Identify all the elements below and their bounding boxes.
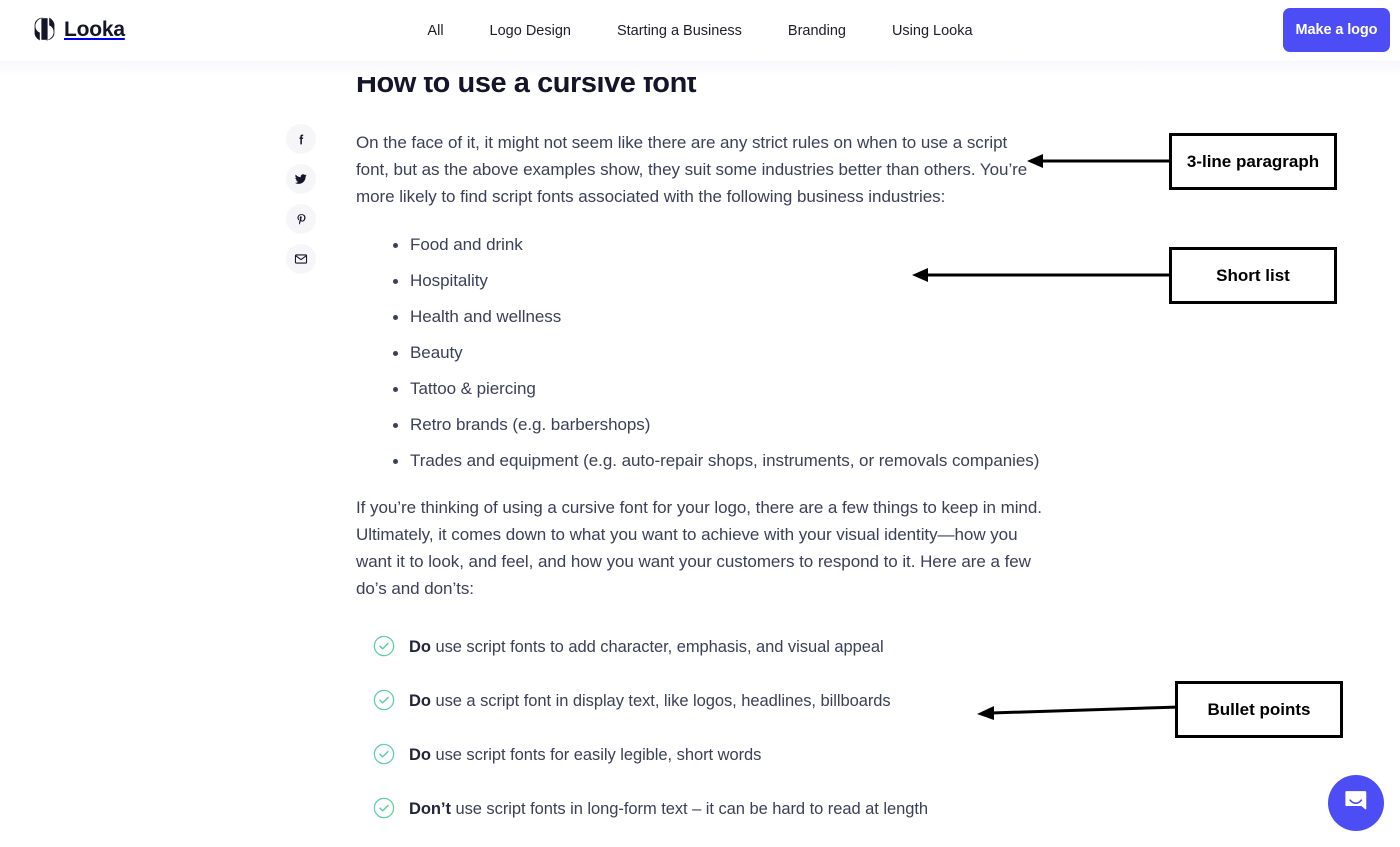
list-item: Retro brands (e.g. barbershops) xyxy=(356,412,1046,438)
article-content: How to use a cursive font On the face of… xyxy=(356,64,1046,847)
intercom-chat-icon xyxy=(1343,788,1370,818)
list-item: Food and drink xyxy=(356,232,1046,258)
twitter-icon xyxy=(294,172,308,186)
site-header: Looka All Logo Design Starting a Busines… xyxy=(0,0,1400,61)
annotation-box-bullet-points: Bullet points xyxy=(1175,681,1343,738)
nav-item-using-looka[interactable]: Using Looka xyxy=(869,21,996,41)
list-item: Health and wellness xyxy=(356,304,1046,330)
social-share-rail xyxy=(286,124,316,274)
page-root: Looka All Logo Design Starting a Busines… xyxy=(0,0,1400,847)
chat-launcher-button[interactable] xyxy=(1328,775,1384,831)
annotation-box-3-line-paragraph: 3-line paragraph xyxy=(1169,133,1337,190)
list-item: Hospitality xyxy=(356,268,1046,294)
list-item-text: use a script font in display text, like … xyxy=(430,691,891,710)
list-item: Do use script fonts for easily legible, … xyxy=(356,743,1046,767)
list-item-lead: Do xyxy=(409,691,431,710)
nav-item-branding[interactable]: Branding xyxy=(765,21,869,41)
share-facebook-button[interactable] xyxy=(286,124,316,154)
list-item-lead: Do xyxy=(409,745,431,764)
list-item-text: use script fonts to add character, empha… xyxy=(430,637,884,656)
list-item: Tattoo & piercing xyxy=(356,376,1046,402)
facebook-icon xyxy=(295,133,308,146)
share-twitter-button[interactable] xyxy=(286,164,316,194)
list-item: Do use script fonts to add character, em… xyxy=(356,635,1046,659)
list-item: Do use a script font in display text, li… xyxy=(356,689,1046,713)
list-item: Beauty xyxy=(356,340,1046,366)
check-circle-icon xyxy=(373,797,395,819)
email-icon xyxy=(294,252,308,266)
share-pinterest-button[interactable] xyxy=(286,204,316,234)
second-paragraph: If you’re thinking of using a cursive fo… xyxy=(356,498,1042,598)
check-circle-icon xyxy=(373,743,395,765)
intro-paragraph: On the face of it, it might not seem lik… xyxy=(356,133,1028,206)
list-item: Trades and equipment (e.g. auto-repair s… xyxy=(356,448,1046,474)
check-circle-icon xyxy=(373,635,395,657)
list-item: Don’t use script fonts in long-form text… xyxy=(356,797,1046,821)
share-email-button[interactable] xyxy=(286,244,316,274)
header-shadow xyxy=(0,61,1400,77)
check-circle-icon xyxy=(373,689,395,711)
make-a-logo-button[interactable]: Make a logo xyxy=(1283,8,1390,52)
annotation-box-short-list: Short list xyxy=(1169,247,1337,304)
main-navigation: All Logo Design Starting a Business Bran… xyxy=(0,21,1400,41)
nav-item-all[interactable]: All xyxy=(404,21,466,41)
list-item-text: use script fonts for easily legible, sho… xyxy=(430,745,762,764)
pinterest-icon xyxy=(295,213,308,226)
industry-list: Food and drink Hospitality Health and we… xyxy=(356,232,1046,474)
dos-and-donts-list: Do use script fonts to add character, em… xyxy=(356,635,1046,821)
nav-item-logo-design[interactable]: Logo Design xyxy=(467,21,594,41)
list-item-lead: Do xyxy=(409,637,431,656)
list-item-lead: Don’t xyxy=(409,799,451,818)
annotation-arrow-3-line-paragraph xyxy=(1027,154,1175,168)
nav-item-starting-a-business[interactable]: Starting a Business xyxy=(594,21,765,41)
list-item-text: use script fonts in long-form text – it … xyxy=(450,799,929,818)
